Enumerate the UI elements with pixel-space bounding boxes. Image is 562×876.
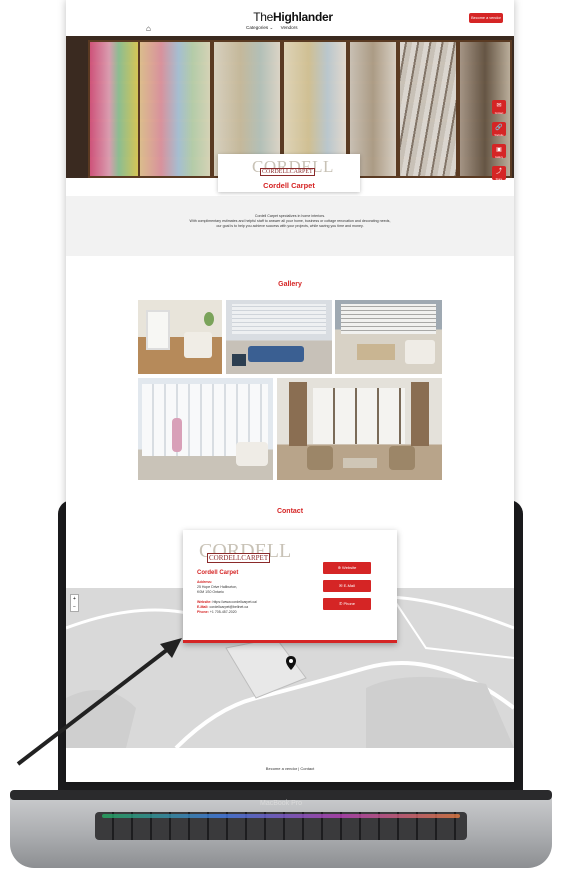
annotation-arrow xyxy=(16,638,182,766)
